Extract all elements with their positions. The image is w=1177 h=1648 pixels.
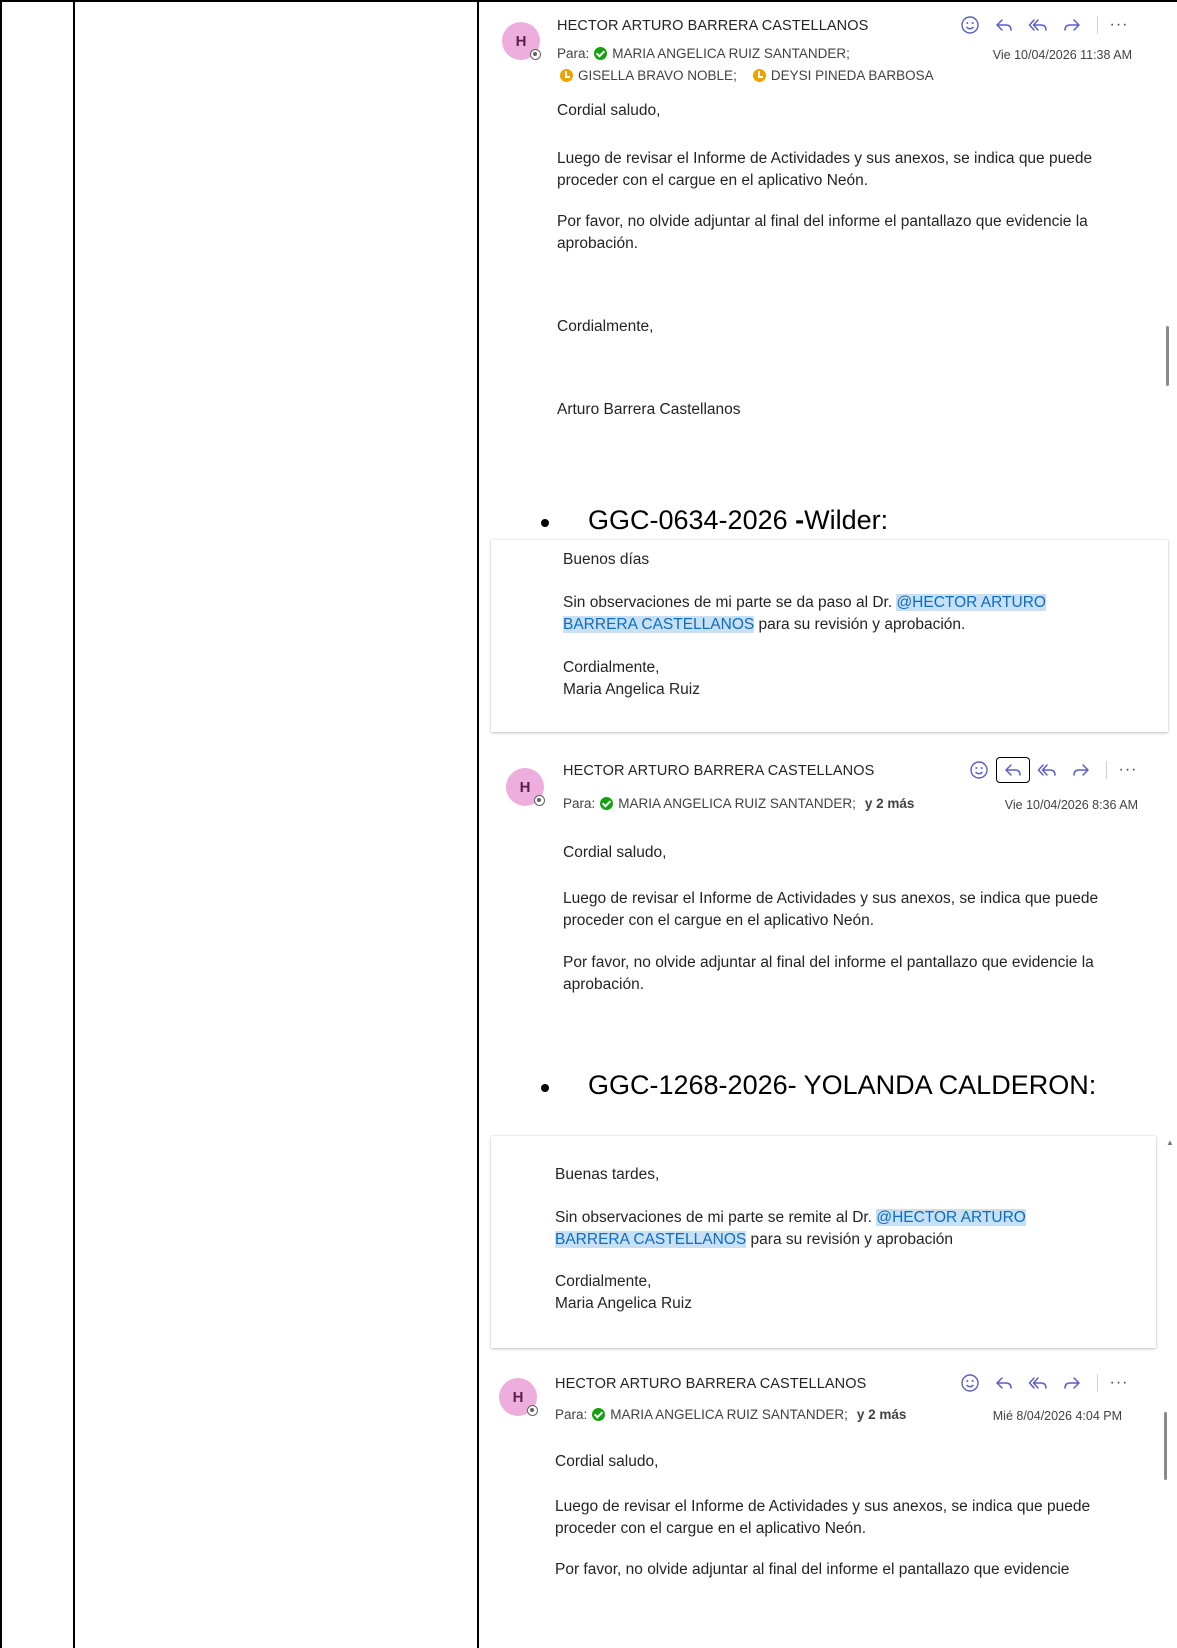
presence-offline-icon — [534, 795, 545, 806]
mention-tag[interactable]: BARRERA CASTELLANOS — [563, 616, 755, 633]
forward-icon[interactable] — [1064, 757, 1098, 783]
sender-name[interactable]: HECTOR ARTURO BARRERA CASTELLANOS — [563, 763, 874, 779]
email-message-card: H HECTOR ARTURO BARRERA CASTELLANOS ··· … — [491, 1362, 1168, 1588]
to-label: Para: — [563, 796, 596, 811]
body-paragraph: Sin observaciones de mi parte se remite … — [555, 1207, 1115, 1251]
recipient[interactable]: GISELLA BRAVO NOBLE; — [578, 68, 737, 83]
reply-icon[interactable] — [987, 1370, 1021, 1396]
reply-icon[interactable] — [987, 12, 1021, 38]
toolbar-separator — [1097, 1374, 1098, 1392]
closing: Cordialmente, — [557, 318, 654, 335]
reply-icon[interactable] — [996, 757, 1030, 783]
sender-name[interactable]: HECTOR ARTURO BARRERA CASTELLANOS — [555, 1376, 866, 1392]
signature: Maria Angelica Ruiz — [555, 1295, 692, 1312]
reply-all-icon[interactable] — [1030, 757, 1064, 783]
recipients-line: Para: MARIA ANGELICA RUIZ SANTANDER; — [557, 46, 850, 61]
to-label: Para: — [557, 46, 590, 61]
body-text: Sin observaciones de mi parte se remite … — [555, 1209, 877, 1226]
reply-all-icon[interactable] — [1021, 12, 1055, 38]
table-column-divider-2 — [477, 0, 479, 1648]
greeting: Cordial saludo, — [563, 844, 667, 861]
greeting: Buenos días — [563, 551, 650, 568]
forward-icon[interactable] — [1055, 1370, 1089, 1396]
body-text: Sin observaciones de mi parte se da paso… — [563, 594, 897, 611]
body-paragraph: Por favor, no olvide adjuntar al final d… — [555, 1561, 1070, 1578]
emoji-icon[interactable] — [953, 12, 987, 38]
mention-tag[interactable]: BARRERA CASTELLANOS — [555, 1231, 747, 1248]
signature: Maria Angelica Ruiz — [563, 681, 700, 698]
recipients-line-2: GISELLA BRAVO NOBLE; DEYSI PINEDA BARBOS… — [560, 68, 934, 83]
scroll-up-arrow[interactable]: ▲ — [1166, 1138, 1174, 1147]
mention-tag[interactable]: @HECTOR ARTURO — [896, 594, 1046, 611]
toolbar-separator — [1106, 761, 1107, 779]
body-paragraph: Por favor, no olvide adjuntar al final d… — [557, 213, 1088, 252]
signature: Arturo Barrera Castellanos — [557, 401, 741, 418]
recipients-line: Para: MARIA ANGELICA RUIZ SANTANDER; y 2… — [563, 796, 914, 811]
more-recipients-link[interactable]: y 2 más — [865, 796, 915, 811]
presence-away-icon — [752, 69, 766, 82]
emoji-icon[interactable] — [962, 757, 996, 783]
presence-available-icon — [592, 1408, 606, 1421]
greeting: Buenas tardes, — [555, 1166, 660, 1183]
more-icon[interactable]: ··· — [1115, 761, 1141, 779]
recipient[interactable]: MARIA ANGELICA RUIZ SANTANDER; — [612, 46, 850, 61]
table-border-top — [0, 0, 1177, 2]
case-label: GGC-1268-2026- YOLANDA CALDERON: — [588, 1070, 1097, 1100]
table-border-left — [0, 0, 2, 1648]
mention-tag[interactable]: @HECTOR ARTURO — [876, 1209, 1026, 1226]
message-date: Vie 10/04/2026 11:38 AM — [992, 48, 1132, 62]
body-paragraph: Luego de revisar el Informe de Actividad… — [563, 890, 1099, 929]
recipient[interactable]: DEYSI PINEDA BARBOSA — [771, 68, 934, 83]
recipient[interactable]: MARIA ANGELICA RUIZ SANTANDER; — [610, 1407, 848, 1422]
presence-available-icon — [600, 797, 614, 810]
closing: Cordialmente, — [563, 659, 660, 676]
bullet-item: GGC-0634-2026 -Wilder: — [541, 505, 888, 536]
forward-icon[interactable] — [1055, 12, 1089, 38]
body-paragraph: Sin observaciones de mi parte se da paso… — [563, 592, 1123, 636]
closing: Cordialmente, — [555, 1273, 652, 1290]
presence-offline-icon — [530, 49, 541, 60]
body-paragraph: Por favor, no olvide adjuntar al final d… — [563, 954, 1094, 993]
recipient[interactable]: MARIA ANGELICA RUIZ SANTANDER; — [618, 796, 856, 811]
emoji-icon[interactable] — [953, 1370, 987, 1396]
reply-all-icon[interactable] — [1021, 1370, 1055, 1396]
message-date: Vie 10/04/2026 8:36 AM — [1004, 798, 1138, 812]
more-icon[interactable]: ··· — [1106, 16, 1132, 34]
to-label: Para: — [555, 1407, 588, 1422]
more-icon[interactable]: ··· — [1106, 1374, 1132, 1392]
case-name: Wilder: — [804, 505, 889, 535]
greeting: Cordial saludo, — [555, 1453, 659, 1470]
body-paragraph: Luego de revisar el Informe de Actividad… — [555, 1498, 1091, 1537]
presence-away-icon — [560, 69, 573, 82]
message-date: Mié 8/04/2026 4:04 PM — [992, 1409, 1122, 1423]
message-actions-toolbar: ··· — [962, 757, 1141, 783]
email-message-card: H HECTOR ARTURO BARRERA CASTELLANOS ··· … — [488, 8, 1168, 436]
body-text: para su revisión y aprobación — [746, 1231, 954, 1248]
presence-available-icon — [594, 47, 608, 60]
chat-message-card: Buenos días Sin observaciones de mi part… — [491, 540, 1168, 732]
chat-message-card: Buenas tardes, Sin observaciones de mi p… — [491, 1136, 1156, 1348]
sender-name[interactable]: HECTOR ARTURO BARRERA CASTELLANOS — [557, 18, 868, 34]
message-actions-toolbar: ··· — [953, 1370, 1132, 1396]
bullet-dot — [541, 519, 549, 527]
bullet-item: GGC-1268-2026- YOLANDA CALDERON: — [541, 1070, 1096, 1101]
bullet-dot — [541, 1084, 549, 1092]
email-message-card: H HECTOR ARTURO BARRERA CASTELLANOS ··· … — [491, 745, 1168, 1005]
body-text: para su revisión y aprobación. — [754, 616, 966, 633]
body-paragraph: Luego de revisar el Informe de Actividad… — [557, 150, 1093, 189]
greeting: Cordial saludo, — [557, 102, 661, 119]
presence-offline-icon — [527, 1405, 538, 1416]
scrollbar-thumb[interactable] — [1164, 1412, 1167, 1480]
recipients-line: Para: MARIA ANGELICA RUIZ SANTANDER; y 2… — [555, 1407, 906, 1422]
table-column-divider-1 — [73, 0, 75, 1648]
message-actions-toolbar: ··· — [953, 12, 1132, 38]
case-code: GGC-0634-2026 — [588, 505, 796, 535]
more-recipients-link[interactable]: y 2 más — [857, 1407, 907, 1422]
case-dash: - — [795, 505, 805, 535]
scrollbar-thumb[interactable] — [1166, 326, 1169, 386]
toolbar-separator — [1097, 16, 1098, 34]
